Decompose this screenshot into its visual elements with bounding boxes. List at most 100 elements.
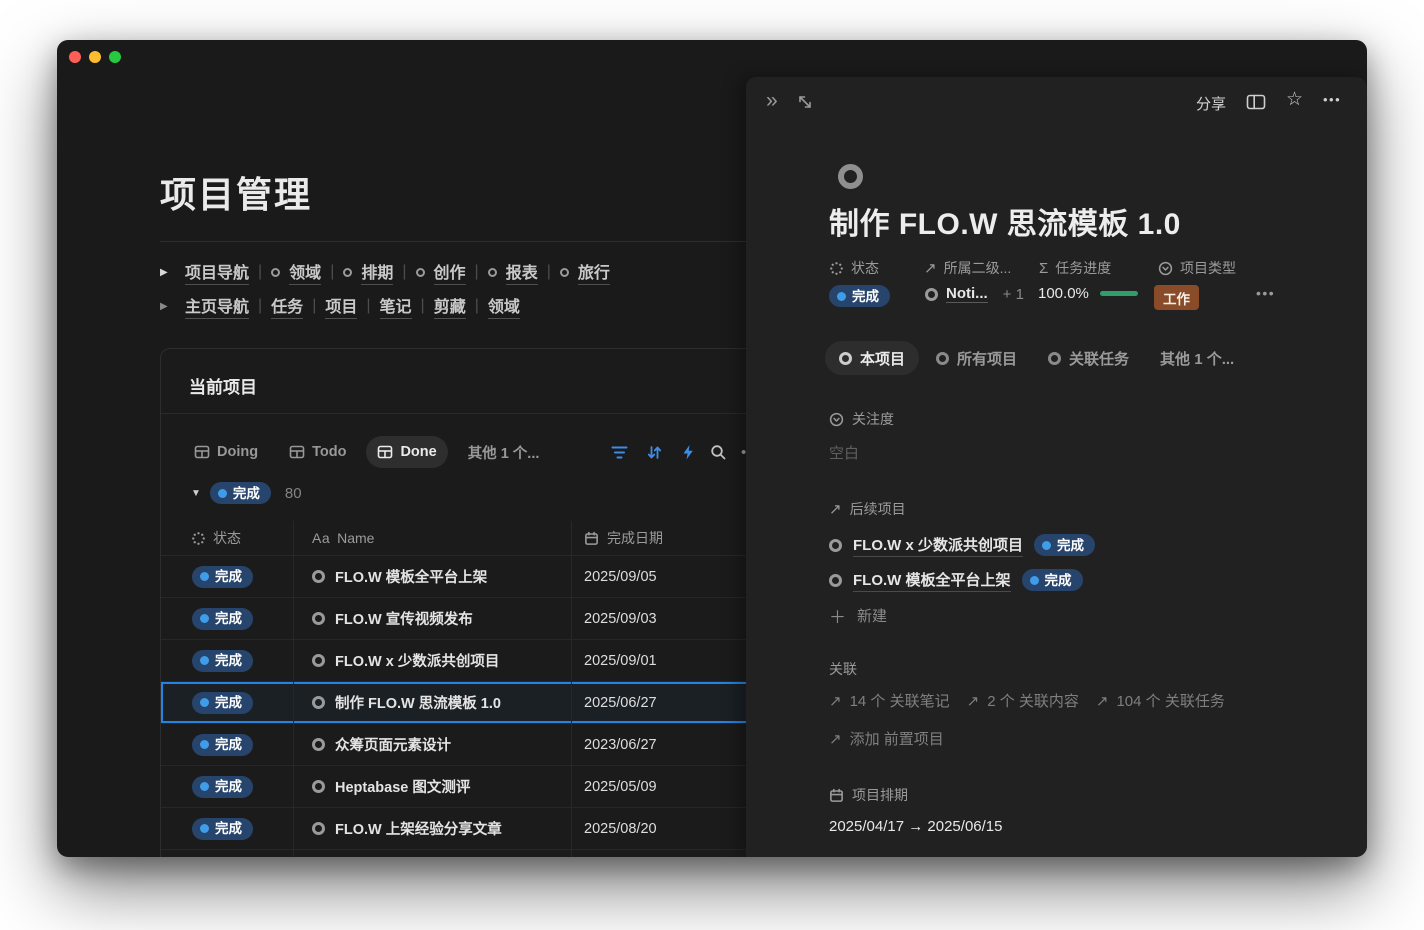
column-header-status[interactable]: 状态 <box>161 521 293 555</box>
row-title[interactable]: 众筹页面元素设计 <box>335 734 451 755</box>
minimize-button[interactable] <box>89 51 101 63</box>
close-button[interactable] <box>69 51 81 63</box>
table-row[interactable]: 完成 FLO.W x 少数派共创项目 2025/09/01 <box>161 639 819 681</box>
focus-empty-value[interactable]: 空白 <box>829 442 859 463</box>
property-value-progress[interactable]: 100.0% <box>1038 285 1138 302</box>
share-button[interactable]: 分享 <box>1196 93 1226 114</box>
add-predecessor-button[interactable]: ↗ 添加 前置项目 <box>829 728 944 749</box>
property-label-type[interactable]: 项目类型 <box>1158 258 1236 278</box>
property-label-progress[interactable]: Σ 任务进度 <box>1039 258 1111 278</box>
table-row[interactable]: 完成 FLO.W 模板全平台上架 2025/09/05 <box>161 555 819 597</box>
tab-all-projects[interactable]: 所有项目 <box>922 341 1031 375</box>
table-row[interactable]: 完成 众筹页面元素设计 2023/06/27 <box>161 723 819 765</box>
sort-icon[interactable] <box>646 444 663 461</box>
status-badge[interactable]: 完成 <box>210 482 271 504</box>
more-icon[interactable]: ••• <box>1323 92 1341 107</box>
nav-link[interactable]: 任务 <box>271 293 303 319</box>
side-peek-toggle-icon[interactable] <box>1246 93 1266 111</box>
schedule-date-range[interactable]: 2025/04/17 → 2025/06/15 <box>829 818 1002 835</box>
search-icon[interactable] <box>710 444 727 461</box>
row-date[interactable]: 2025/09/01 <box>584 653 657 669</box>
view-tab-todo[interactable]: Todo <box>278 436 357 468</box>
row-date[interactable]: 2023/06/27 <box>584 737 657 753</box>
status-badge[interactable]: 完成 <box>192 776 253 798</box>
row-title[interactable]: FLO.W x 少数派共创项目 <box>335 650 499 671</box>
property-value-type[interactable]: 工作 <box>1154 285 1199 310</box>
row-title[interactable]: FLO.W 上架经验分享文章 <box>335 818 502 839</box>
section-label-schedule[interactable]: 项目排期 <box>829 785 908 805</box>
status-badge[interactable]: 完成 <box>192 692 253 714</box>
row-date[interactable]: 2025/09/05 <box>584 569 657 585</box>
relation-link[interactable]: Noti... <box>946 285 988 303</box>
page-title[interactable]: 项目管理 <box>160 166 312 218</box>
tab-this-project[interactable]: 本项目 <box>825 341 919 375</box>
row-date[interactable]: 2025/09/03 <box>584 611 657 627</box>
status-spinner-icon <box>191 531 206 546</box>
collapse-peek-icon[interactable]: » <box>766 89 778 113</box>
followup-link[interactable]: FLO.W 模板全平台上架 <box>853 569 1011 592</box>
toggle-open-icon[interactable]: ▶ <box>160 267 176 278</box>
tab-linked-tasks[interactable]: 关联任务 <box>1034 341 1143 375</box>
row-title[interactable]: Heptabase 图文测评 <box>335 776 470 797</box>
followup-link[interactable]: FLO.W x 少数派共创项目 <box>853 534 1023 557</box>
view-tab-done[interactable]: Done <box>366 436 447 468</box>
related-content-link[interactable]: ↗ 2 个 关联内容 <box>967 690 1079 711</box>
property-label-parent[interactable]: ↗ 所属二级... <box>924 258 1011 278</box>
automation-bolt-icon[interactable] <box>680 444 697 461</box>
row-date[interactable]: 2025/08/20 <box>584 821 657 837</box>
zoom-button[interactable] <box>109 51 121 63</box>
related-tasks-link[interactable]: ↗ 104 个 关联任务 <box>1096 690 1225 711</box>
table-row[interactable]: 完成 Heptabase 图文测评 2025/05/09 <box>161 765 819 807</box>
nav-link[interactable]: 领域 <box>289 259 321 285</box>
row-date[interactable]: 2025/05/09 <box>584 779 657 795</box>
property-value-status[interactable]: 完成 <box>829 285 890 307</box>
view-tab-more[interactable]: 其他 1 个... <box>457 436 551 468</box>
followup-item[interactable]: FLO.W x 少数派共创项目 完成 <box>829 533 1095 557</box>
table-row-partial[interactable] <box>161 849 819 857</box>
followup-item[interactable]: FLO.W 模板全平台上架 完成 <box>829 568 1083 592</box>
favorite-star-icon[interactable]: ☆ <box>1286 88 1303 111</box>
new-followup-button[interactable]: ＋ 新建 <box>829 603 887 628</box>
view-tab-doing[interactable]: Doing <box>183 436 269 468</box>
nav-link[interactable]: 领域 <box>488 293 520 319</box>
section-label-followups[interactable]: ↗ 后续项目 <box>829 499 906 519</box>
calendar-icon <box>829 788 844 803</box>
column-header-name[interactable]: Aa Name <box>293 521 571 555</box>
expand-diagonal-icon[interactable] <box>797 94 813 110</box>
row-title[interactable]: 制作 FLO.W 思流模板 1.0 <box>335 692 501 713</box>
status-badge[interactable]: 完成 <box>192 734 253 756</box>
property-label-status[interactable]: 状态 <box>829 258 879 278</box>
status-badge[interactable]: 完成 <box>192 608 253 630</box>
nav-link[interactable]: 项目 <box>325 293 357 319</box>
row-title[interactable]: FLO.W 宣传视频发布 <box>335 608 473 629</box>
nav-link[interactable]: 项目导航 <box>185 259 249 285</box>
table-row[interactable]: 完成 FLO.W 上架经验分享文章 2025/08/20 <box>161 807 819 849</box>
nav-link[interactable]: 旅行 <box>578 259 610 285</box>
table-row-selected[interactable]: 完成 制作 FLO.W 思流模板 1.0 2025/06/27 <box>161 681 819 723</box>
nav-link[interactable]: 报表 <box>506 259 538 285</box>
more-properties-icon[interactable]: ••• <box>1256 285 1275 301</box>
property-value-parent[interactable]: Noti... + 1 <box>925 285 1024 303</box>
status-badge[interactable]: 完成 <box>192 818 253 840</box>
nav-link[interactable]: 剪藏 <box>434 293 466 319</box>
nav-link[interactable]: 排期 <box>361 259 393 285</box>
row-title[interactable]: FLO.W 模板全平台上架 <box>335 566 487 587</box>
peek-page-title[interactable]: 制作 FLO.W 思流模板 1.0 <box>829 199 1181 243</box>
section-label-focus[interactable]: 关注度 <box>829 409 894 429</box>
toggle-open-icon[interactable]: ▶ <box>160 301 176 312</box>
tab-more[interactable]: 其他 1 个... <box>1146 341 1248 375</box>
status-badge[interactable]: 完成 <box>192 566 253 588</box>
relation-arrow-icon: ↗ <box>1096 692 1109 710</box>
page-ring-icon <box>312 780 325 793</box>
nav-link[interactable]: 主页导航 <box>185 293 249 319</box>
status-badge[interactable]: 完成 <box>192 650 253 672</box>
chevron-down-icon[interactable]: ▼ <box>191 488 201 499</box>
related-notes-link[interactable]: ↗ 14 个 关联笔记 <box>829 690 950 711</box>
page-ring-icon <box>271 268 280 277</box>
filter-icon[interactable] <box>611 444 628 461</box>
nav-link[interactable]: 创作 <box>434 259 466 285</box>
page-icon[interactable] <box>838 164 863 194</box>
table-row[interactable]: 完成 FLO.W 宣传视频发布 2025/09/03 <box>161 597 819 639</box>
row-date[interactable]: 2025/06/27 <box>584 695 657 711</box>
nav-link[interactable]: 笔记 <box>380 293 412 319</box>
